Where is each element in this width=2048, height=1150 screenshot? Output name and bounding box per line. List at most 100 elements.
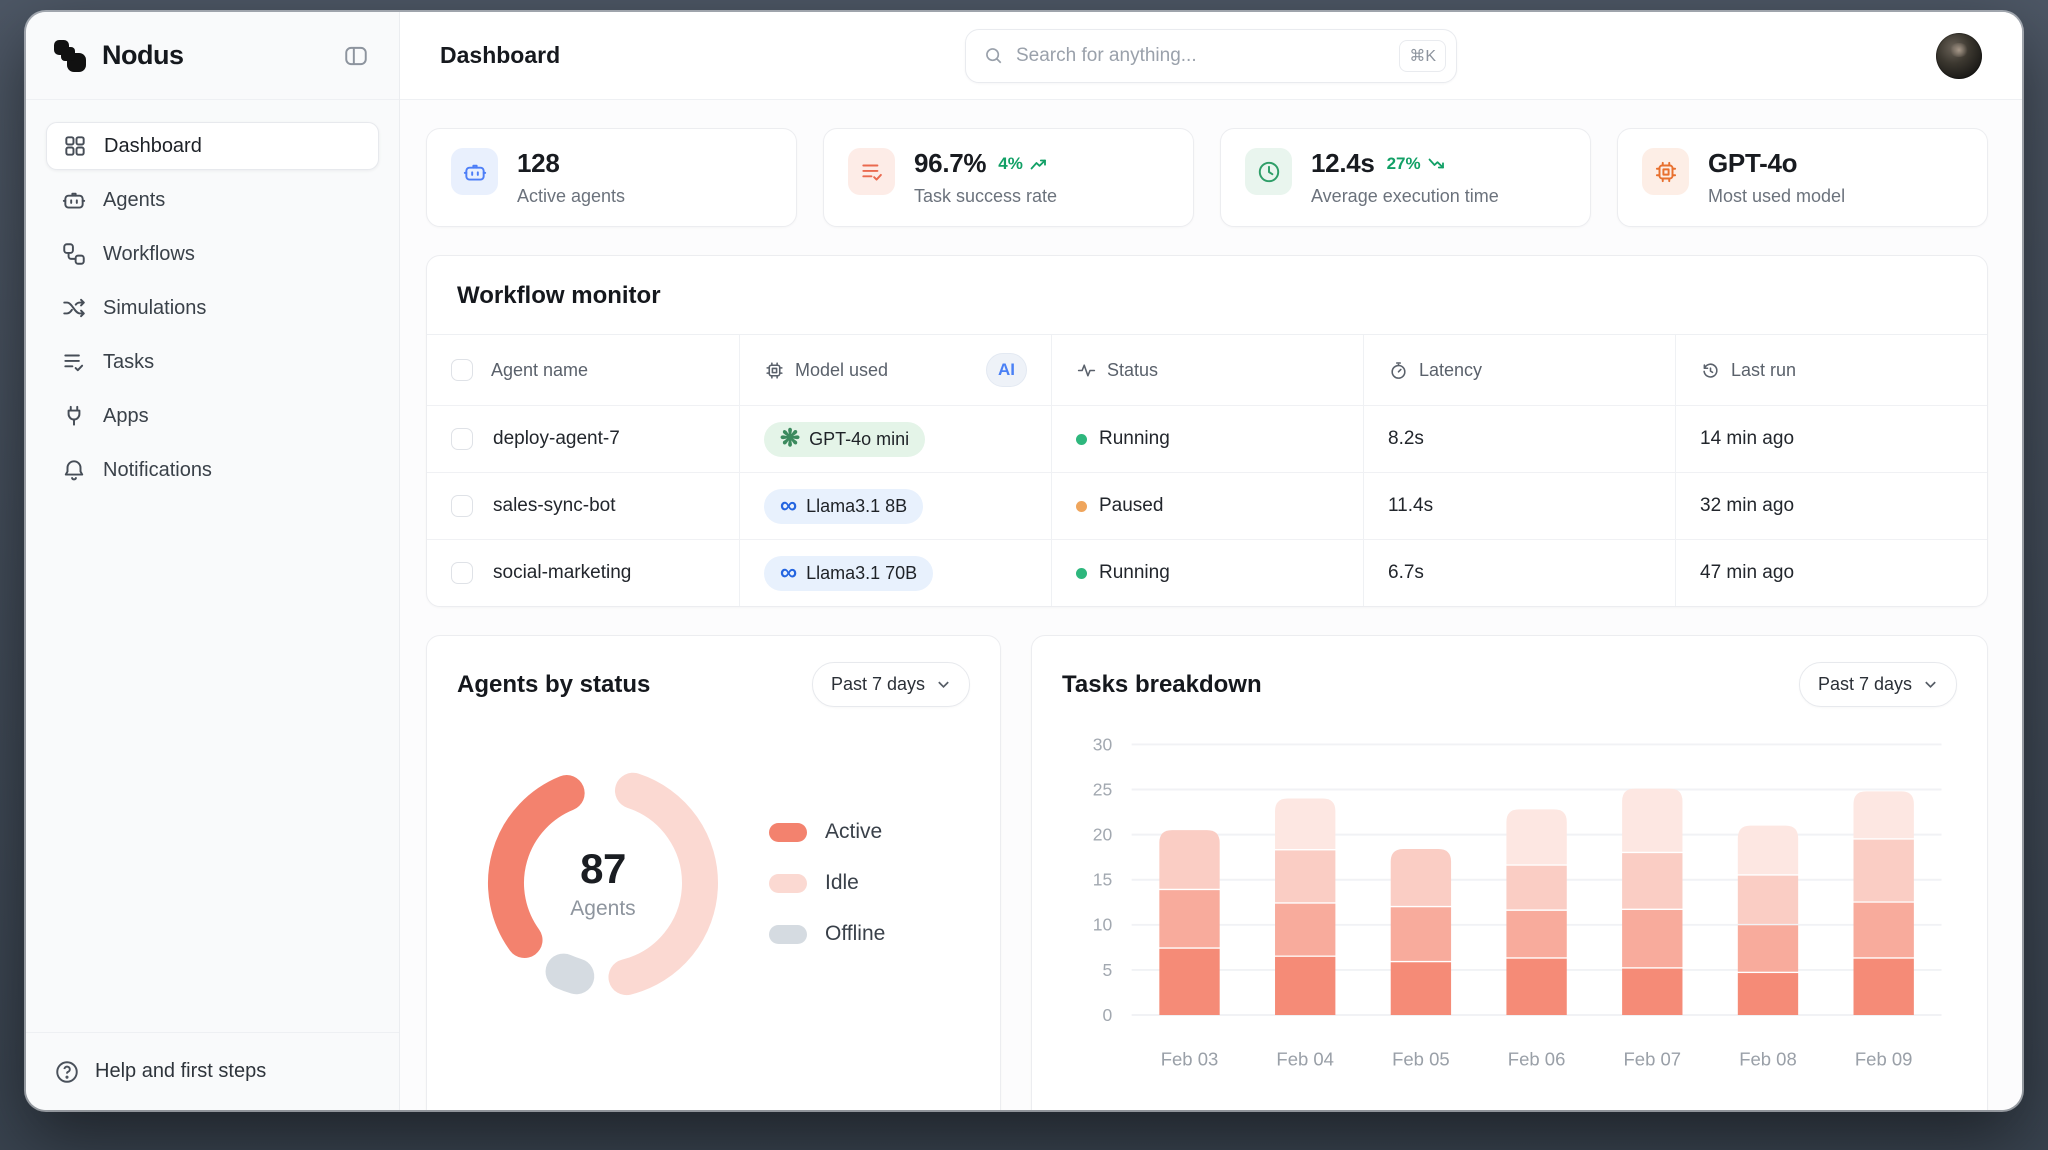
user-avatar[interactable] <box>1936 32 1982 79</box>
ai-badge[interactable]: AI <box>986 353 1027 387</box>
cell-latency: 6.7s <box>1363 540 1675 606</box>
bar-feb-03-segment-2-medium <box>1159 890 1220 948</box>
workflow-table-body: deploy-agent-7 ❋ GPT-4o mini Running 8.2… <box>427 405 1987 606</box>
top-bar: Dashboard ⌘K <box>400 12 2022 100</box>
sidebar-item-agents[interactable]: Agents <box>46 176 379 224</box>
table-row-sales-sync-bot: sales-sync-bot ∞ Llama3.1 8B Paused 11.4… <box>427 472 1987 539</box>
sidebar-item-label: Workflows <box>103 242 195 265</box>
donut-area: 87 Agents Active Idle Offline <box>427 717 1000 1003</box>
stat-value: GPT-4o <box>1708 148 1798 178</box>
app-name: Nodus <box>102 40 184 70</box>
column-header-status: Status <box>1051 335 1363 405</box>
sidebar-header: Nodus <box>26 12 399 100</box>
sidebar-help-button[interactable]: Help and first steps <box>26 1032 399 1110</box>
plug-icon <box>61 403 87 429</box>
legend-item-active: Active <box>769 820 885 844</box>
legend-item-offline: Offline <box>769 922 885 946</box>
page-title: Dashboard <box>440 42 561 68</box>
stopwatch-icon <box>1388 360 1409 381</box>
stat-icon-tile <box>848 148 895 195</box>
bar-feb-06-segment-1-darkest <box>1506 958 1567 1016</box>
stat-delta: 4% <box>998 154 1048 174</box>
status-dot <box>1076 567 1087 579</box>
pulse-icon <box>1076 360 1097 381</box>
legend-label: Idle <box>825 871 859 894</box>
sidebar-item-label: Simulations <box>103 296 207 319</box>
cell-status: Paused <box>1051 473 1363 539</box>
status-dot <box>1076 500 1087 512</box>
sidebar-item-label: Apps <box>103 404 149 427</box>
cell-last-run: 14 min ago <box>1675 406 1987 472</box>
model-badge: ∞ Llama3.1 70B <box>764 555 934 591</box>
column-header-last-run: Last run <box>1675 335 1987 405</box>
column-header-latency: Latency <box>1363 335 1675 405</box>
legend-swatch <box>769 924 807 944</box>
cell-model-used: ∞ Llama3.1 8B <box>739 473 1051 539</box>
workflow-icon <box>61 241 87 267</box>
stat-card-most-used-model: GPT-4o Most used model <box>1617 128 1988 227</box>
select-all-checkbox[interactable] <box>451 359 473 381</box>
agents-range-dropdown[interactable]: Past 7 days <box>811 662 970 707</box>
sidebar-nav: Dashboard Agents Workflows Simulations T… <box>26 100 399 494</box>
stat-value: 12.4s <box>1311 148 1375 178</box>
stat-label: Active agents <box>517 186 626 206</box>
sidebar-item-label: Tasks <box>103 350 155 373</box>
y-axis-tick-label: 20 <box>1093 824 1113 844</box>
cell-agent-name: sales-sync-bot <box>427 473 739 539</box>
bar-feb-08-segment-3-light <box>1737 875 1799 924</box>
sidebar-item-label: Dashboard <box>104 134 202 157</box>
bar-feb-07-segment-3-light <box>1622 853 1683 909</box>
y-axis-tick-label: 15 <box>1093 870 1112 890</box>
bar-feb-07-segment-1-darkest <box>1622 968 1683 1016</box>
app-window: Nodus Dashboard Agents Workflows Simulat… <box>26 12 2022 1110</box>
y-axis-tick-label: 10 <box>1093 915 1113 935</box>
sidebar-collapse-button[interactable] <box>339 39 373 73</box>
sidebar-item-apps[interactable]: Apps <box>46 392 379 440</box>
tasks-range-dropdown[interactable]: Past 7 days <box>1798 662 1957 707</box>
workflow-table: Agent name Model used AI Status Latency Last … <box>427 334 1987 606</box>
clock-icon <box>1256 159 1282 185</box>
chip-icon <box>764 360 785 381</box>
stat-label: Task success rate <box>914 186 1058 206</box>
charts-row: Agents by status Past 7 days 87 Agents A… <box>426 635 1988 1110</box>
stat-icon-tile <box>1245 148 1292 195</box>
bar-feb-09-segment-3-light <box>1853 839 1914 902</box>
cell-agent-name: social-marketing <box>427 540 739 606</box>
stat-label: Most used model <box>1708 186 1846 206</box>
sidebar-item-workflows[interactable]: Workflows <box>46 230 379 278</box>
panel-left-icon <box>343 43 369 69</box>
donut-center-value: 87 <box>580 845 626 892</box>
bar-feb-06-segment-3-light <box>1506 865 1567 910</box>
bar-feb-03-segment-1-darkest <box>1159 948 1220 1016</box>
tasks-breakdown-card: Tasks breakdown Past 7 days 0 5 10 15 20 25 30… <box>1031 635 1988 1110</box>
legend-swatch <box>769 873 807 893</box>
shuffle-icon <box>61 295 87 321</box>
row-checkbox[interactable] <box>451 495 473 517</box>
sidebar-item-simulations[interactable]: Simulations <box>46 284 379 332</box>
model-badge: ∞ Llama3.1 8B <box>764 488 924 524</box>
x-axis-tick-label: Feb 06 <box>1508 1049 1566 1070</box>
donut-center: 87 Agents <box>483 763 723 1003</box>
search-input[interactable] <box>1016 44 1388 67</box>
table-row-deploy-agent-7: deploy-agent-7 ❋ GPT-4o mini Running 8.2… <box>427 405 1987 472</box>
column-header-agent-name: Agent name <box>427 335 739 405</box>
sidebar-item-tasks[interactable]: Tasks <box>46 338 379 386</box>
dashboard-content: 128 Active agents 96.7% 4% Task success … <box>400 100 2022 1110</box>
search-icon <box>983 45 1004 66</box>
row-checkbox[interactable] <box>451 428 473 450</box>
x-axis-tick-label: Feb 03 <box>1161 1049 1219 1070</box>
cell-last-run: 47 min ago <box>1675 540 1987 606</box>
sidebar-help-label: Help and first steps <box>95 1060 267 1082</box>
grid-icon <box>62 133 88 159</box>
sidebar-item-notifications[interactable]: Notifications <box>46 446 379 494</box>
nodus-logo-icon <box>52 38 88 74</box>
sidebar-item-dashboard[interactable]: Dashboard <box>46 122 379 170</box>
bar-feb-09-segment-4-lightest <box>1853 791 1914 839</box>
stat-icon-tile <box>451 148 498 195</box>
bar-feb-04-segment-2-medium <box>1275 903 1336 956</box>
row-checkbox[interactable] <box>451 562 473 584</box>
x-axis-tick-label: Feb 07 <box>1624 1049 1682 1070</box>
y-axis-tick-label: 30 <box>1093 734 1113 754</box>
x-axis-tick-label: Feb 05 <box>1392 1049 1450 1070</box>
cell-model-used: ∞ Llama3.1 70B <box>739 540 1051 606</box>
